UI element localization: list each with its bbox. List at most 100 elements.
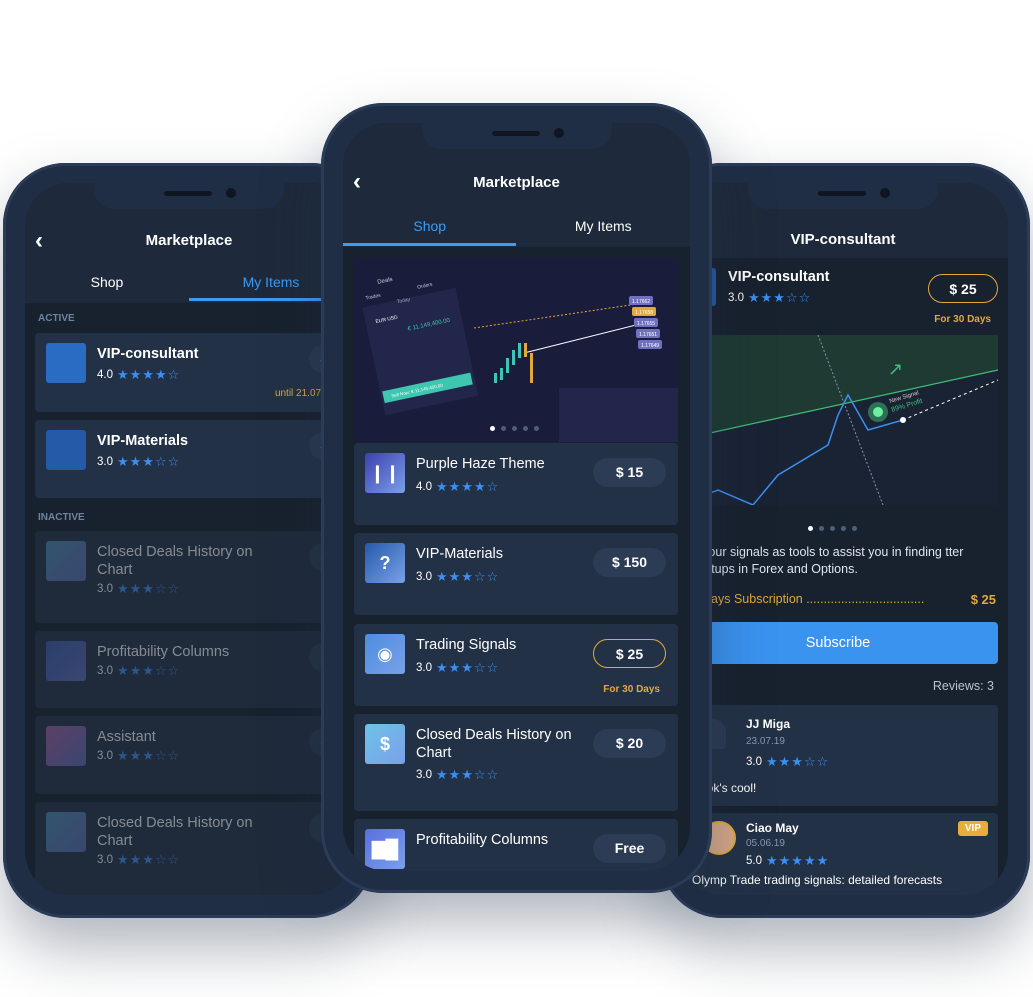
list-item[interactable]: ◉ Trading Signals 3.0 ★★★☆☆ $ 25 For 30 Days <box>354 624 678 706</box>
review-date: 23.07.19 <box>746 736 785 747</box>
notch <box>421 123 612 149</box>
item-name: Closed Deals History on Chart <box>97 815 253 849</box>
bar-columns-icon: ▇█ <box>365 829 405 869</box>
carousel-dots[interactable] <box>490 426 539 431</box>
banner-label: 1.17651 <box>639 332 657 338</box>
stars-icon: ★★★☆☆ <box>117 748 181 763</box>
item-name: Closed Deals History on Chart <box>97 544 253 578</box>
stars-icon: ★★★☆☆ <box>117 852 181 867</box>
rating-value: 4.0 <box>416 481 432 493</box>
stars-icon: ★★★★☆ <box>117 367 181 382</box>
stars-icon: ★★★☆☆ <box>117 663 181 678</box>
right-phone: VIP-consultant VIP-consultant 3.0 ★★★☆☆ $… <box>660 163 1030 918</box>
tab-shop[interactable]: Shop <box>25 274 189 290</box>
list-item[interactable]: Closed Deals History on Chart3.0★★★☆☆⌄ <box>35 531 353 623</box>
list-item[interactable]: Assistant3.0★★★☆☆⌄ <box>35 716 353 794</box>
vip-badge: VIP <box>957 821 988 836</box>
price-button[interactable]: $ 25 <box>593 639 666 668</box>
price-label: $ 25 <box>949 281 977 297</box>
price-button[interactable]: Free <box>593 834 666 863</box>
review-card: Ciao May VIP 05.06.19 5.0 ★★★★★ Olymp Tra… <box>678 813 998 895</box>
notch <box>748 183 938 209</box>
right-screen: VIP-consultant VIP-consultant 3.0 ★★★☆☆ $… <box>678 183 1008 895</box>
item-icon <box>46 541 86 581</box>
rating-value: 3.0 <box>97 665 113 677</box>
rating-value: 3.0 <box>746 756 762 768</box>
list-item[interactable]: Profitability Columns3.0★★★☆☆⌄ <box>35 631 353 708</box>
item-rating: 3.0 ★★★☆☆ <box>97 748 180 764</box>
reviewer-name: Ciao May <box>746 821 799 835</box>
tab-underline <box>343 243 516 246</box>
section-active: ACTIVE <box>38 313 75 324</box>
item-name: VIP-consultant <box>97 346 199 362</box>
price-label: $ 150 <box>611 554 648 570</box>
item-name: Profitability Columns <box>97 644 230 660</box>
item-name: VIP-Materials <box>416 546 504 562</box>
phone-chat-icon <box>46 343 86 383</box>
tab-shop[interactable]: Shop <box>343 218 517 234</box>
section-inactive: INACTIVE <box>38 512 85 523</box>
left-phone: ‹ Marketplace Shop My Items ACTIVE VIP-c… <box>3 163 373 918</box>
list-item[interactable]: $ Closed Deals History on Chart 3.0 ★★★☆☆ $ … <box>354 714 678 811</box>
candlestick-icon: ❙❙ <box>365 453 405 493</box>
stars-icon: ★★★☆☆ <box>748 290 812 305</box>
item-rating: 3.0 ★★★☆☆ <box>416 767 499 783</box>
item-rating: 3.0 ★★★☆☆ <box>97 454 180 470</box>
rating-value: 3.0 <box>416 769 432 781</box>
item-rating: 3.0 ★★★☆☆ <box>97 852 180 868</box>
period-label: For 30 Days <box>934 314 991 325</box>
banner-label: 1.17655 <box>637 321 655 327</box>
page-title: Marketplace <box>473 174 560 191</box>
stars-icon: ★★★★★ <box>766 853 830 868</box>
rating-value: 3.0 <box>416 571 432 583</box>
review-rating: 5.0 ★★★★★ <box>746 853 829 869</box>
signal-target-icon: ◉ <box>365 634 405 674</box>
price-label: $ 25 <box>615 646 644 662</box>
list-item[interactable]: Closed Deals History on Chart3.0★★★☆☆⌄ <box>35 802 353 895</box>
price-button[interactable]: $ 15 <box>593 458 666 487</box>
price-button[interactable]: $ 20 <box>593 729 666 758</box>
banner-label: 1.17649 <box>641 343 659 349</box>
rating-value: 3.0 <box>97 583 113 595</box>
up-arrow-icon: ↗ <box>888 359 903 379</box>
item-name: Purple Haze Theme <box>416 456 545 472</box>
dollar-icon: $ <box>365 724 405 764</box>
item-rating: 3.0 ★★★☆☆ <box>416 569 499 585</box>
price-button[interactable]: $ 150 <box>593 548 666 577</box>
list-item[interactable]: VIP-consultant4.0★★★★☆until 21.07.20⌄ <box>35 333 353 412</box>
item-rating: 4.0 ★★★★☆ <box>97 367 180 383</box>
list-item[interactable]: ❙❙ Purple Haze Theme 4.0 ★★★★☆ $ 15 <box>354 443 678 525</box>
signal-chart: New Signal 89% Profit ↗ <box>678 335 998 505</box>
item-rating: 3.0 ★★★☆☆ <box>97 663 180 679</box>
stars-icon: ★★★☆☆ <box>436 569 500 584</box>
item-rating: 3.0 ★★★☆☆ <box>416 660 499 676</box>
crown-question-icon <box>46 430 86 470</box>
list-item[interactable]: VIP-Materials3.0★★★☆☆⌄ <box>35 420 353 498</box>
list-item[interactable]: ▇█ Profitability Columns Free <box>354 819 678 871</box>
price-button[interactable]: $ 25 <box>928 274 998 303</box>
page-title: Marketplace <box>145 232 233 249</box>
rating-value: 3.0 <box>97 854 113 866</box>
review-date: 05.06.19 <box>746 838 785 849</box>
banner-label: 1.17662 <box>632 299 650 305</box>
review-text: Olymp Trade trading signals: detailed fo… <box>692 873 943 887</box>
period-label: For 30 Days <box>603 684 660 695</box>
review-card: JJ Miga 23.07.19 3.0 ★★★☆☆ ook's cool! <box>678 705 998 806</box>
crown-question-icon: ? <box>365 543 405 583</box>
carousel-dots[interactable] <box>808 526 857 531</box>
subscribe-button[interactable]: Subscribe <box>678 622 998 664</box>
reviews-count: Reviews: 3 <box>932 679 994 693</box>
item-name: Trading Signals <box>416 637 517 653</box>
rating-value: 3.0 <box>416 662 432 674</box>
item-name: Assistant <box>97 729 156 745</box>
rating-value: 3.0 <box>97 456 113 468</box>
page-title: VIP-consultant <box>790 231 896 248</box>
item-name: Closed Deals History on Chart <box>416 727 572 761</box>
middle-phone: ‹ Marketplace Shop My Items Deals Trades… <box>321 103 712 893</box>
tab-my-items[interactable]: My Items <box>517 218 691 234</box>
list-item[interactable]: ? VIP-Materials 3.0 ★★★☆☆ $ 150 <box>354 533 678 615</box>
item-rating: 3.0 ★★★☆☆ <box>97 581 180 597</box>
item-name: VIP-Materials <box>97 433 189 449</box>
banner-label: 1.17658 <box>635 310 653 316</box>
banner-carousel[interactable]: Deals Trades Orders Today EUR USD € 11,1… <box>354 258 678 442</box>
